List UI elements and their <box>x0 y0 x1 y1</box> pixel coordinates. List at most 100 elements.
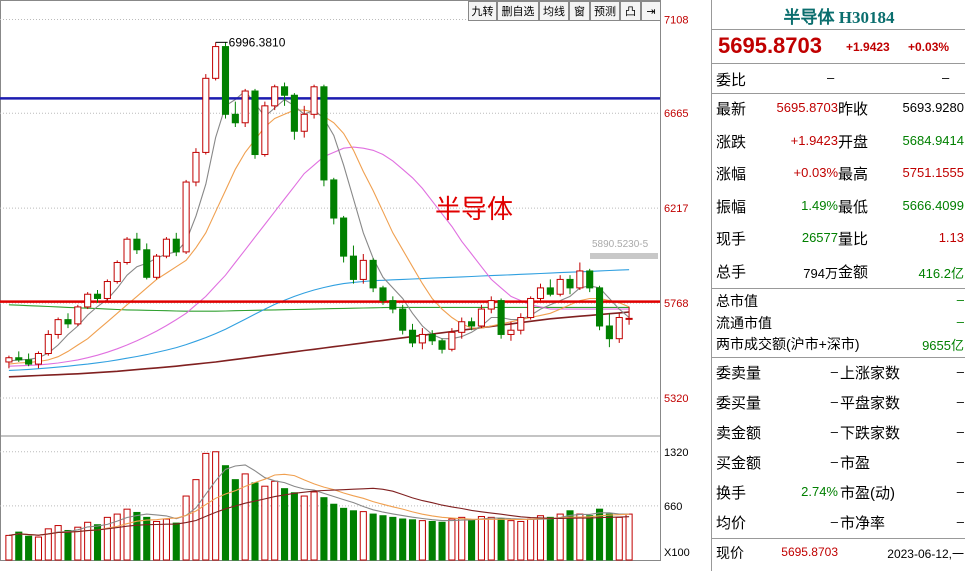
volume-bar <box>212 451 220 561</box>
index-title: 半导体 H30184 <box>783 8 895 27</box>
quote-value: 5693.9280 <box>902 100 964 115</box>
stat-label: 均价 <box>716 515 747 532</box>
volume-bar <box>182 495 190 561</box>
candle-body <box>507 329 515 335</box>
volume-bar <box>15 531 23 561</box>
quote-label: 现手 <box>716 231 747 248</box>
volume-bar <box>458 516 466 561</box>
candle-body <box>310 86 318 115</box>
candle-body <box>359 259 367 280</box>
lock-icon[interactable]: 凸 <box>620 1 641 21</box>
quote-label: 金额 <box>838 263 869 281</box>
max-price-label: 6996.3810 <box>229 35 286 49</box>
market-value: 9655亿 <box>922 338 964 353</box>
candle-body <box>399 308 407 331</box>
weibi-label: 委比 <box>716 72 747 89</box>
volume-bar <box>330 503 338 561</box>
price-change-pct: +0.03% <box>908 40 950 54</box>
quote-label: 涨幅 <box>716 166 747 183</box>
quote-panel: 半导体 H30184 5695.8703 +1.9423 +0.03% 委比 –… <box>711 0 965 571</box>
stat-label: 下跌家数 <box>840 425 901 442</box>
quote-label: 量比 <box>838 231 869 248</box>
jiuzhuan-button[interactable]: 九转 <box>468 1 497 21</box>
candle-body <box>586 270 594 289</box>
candle-body <box>340 217 348 257</box>
candle-body <box>25 359 33 365</box>
y-tick-label: 6665 <box>664 108 688 120</box>
candle-body <box>369 259 377 289</box>
volume-bar <box>576 513 584 561</box>
volume-bar <box>468 519 476 561</box>
vol-tick-label: 1320 <box>664 447 688 459</box>
candle-body <box>5 357 13 363</box>
candle-body <box>251 90 259 156</box>
candle-body <box>54 319 62 335</box>
y-tick-label: 5768 <box>664 298 688 310</box>
footer-label: 现价 <box>716 545 744 561</box>
market-label: 两市成交额(沪市+深市) <box>716 336 860 352</box>
quote-value: 1.49% <box>801 197 838 213</box>
kline-chart[interactable]: 7108 6665 6217 5768 5320 1320 660 X100 6996.3810… <box>0 0 710 571</box>
volume-bar <box>389 516 397 561</box>
volume-bar <box>153 520 161 561</box>
candle-body <box>428 333 436 342</box>
stat-value: – <box>830 514 838 529</box>
candle-body <box>113 261 121 283</box>
candle-body <box>458 321 466 333</box>
candle-body <box>241 90 249 124</box>
moving-average-button[interactable]: 均线 <box>539 1 569 21</box>
candle-body <box>389 300 397 310</box>
volume-bar <box>605 513 613 561</box>
candle-body <box>261 105 269 156</box>
candle-body <box>497 300 505 335</box>
ma-line-ma120 <box>8 311 630 378</box>
quote-label: 总手 <box>716 263 747 281</box>
stat-value: – <box>956 364 964 379</box>
quote-label: 开盘 <box>838 133 869 151</box>
quote-value: 5695.8703 <box>776 100 838 115</box>
volume-bar <box>133 511 141 561</box>
candle-body <box>103 281 111 299</box>
divider <box>712 288 965 289</box>
volume-bar <box>595 508 604 561</box>
candle-body <box>418 333 426 344</box>
weibi-value: – <box>827 70 835 85</box>
divider <box>712 357 965 358</box>
kline-chart-area[interactable]: 7108 6665 6217 5768 5320 1320 660 X100 6996.3810… <box>0 0 710 571</box>
export-icon[interactable]: ⇥ <box>641 1 661 21</box>
window-button[interactable]: 窗 <box>569 1 590 21</box>
stat-label: 委买量 <box>716 395 762 412</box>
market-value: – <box>956 313 964 329</box>
forecast-button[interactable]: 预测 <box>590 1 620 21</box>
candle-body <box>438 340 446 350</box>
footer-price: 5695.8703 <box>781 545 838 559</box>
candle-body <box>271 86 279 107</box>
volume-bar <box>517 520 525 561</box>
candle-body <box>93 293 102 299</box>
candle-body <box>162 238 170 257</box>
stat-label: 市净率 <box>840 515 886 532</box>
candle-body <box>64 319 72 325</box>
volume-bar <box>418 520 426 561</box>
volume-bar <box>271 480 279 561</box>
remove-watchlist-button[interactable]: 删自选 <box>497 1 539 21</box>
stat-value: – <box>830 394 838 409</box>
candle-body <box>153 255 161 278</box>
candle-body <box>527 297 535 319</box>
candle-body <box>349 255 358 280</box>
volume-bar <box>556 513 564 561</box>
quote-value: 26577 <box>801 230 838 245</box>
ma-value-tag <box>590 253 658 259</box>
footer-date: 2023-06-12,一 <box>887 547 964 561</box>
volume-bar <box>477 516 485 561</box>
volume-bar <box>300 495 308 561</box>
volume-bar <box>408 519 417 561</box>
divider <box>712 63 965 64</box>
candle-body <box>212 46 220 79</box>
stat-value: – <box>956 454 964 469</box>
current-price: 5695.8703 <box>718 33 822 58</box>
quote-value: 5684.9414 <box>902 132 964 148</box>
candle-body <box>320 86 328 181</box>
candle-body <box>280 86 289 96</box>
chart-annotation: 半导体 <box>435 195 513 225</box>
